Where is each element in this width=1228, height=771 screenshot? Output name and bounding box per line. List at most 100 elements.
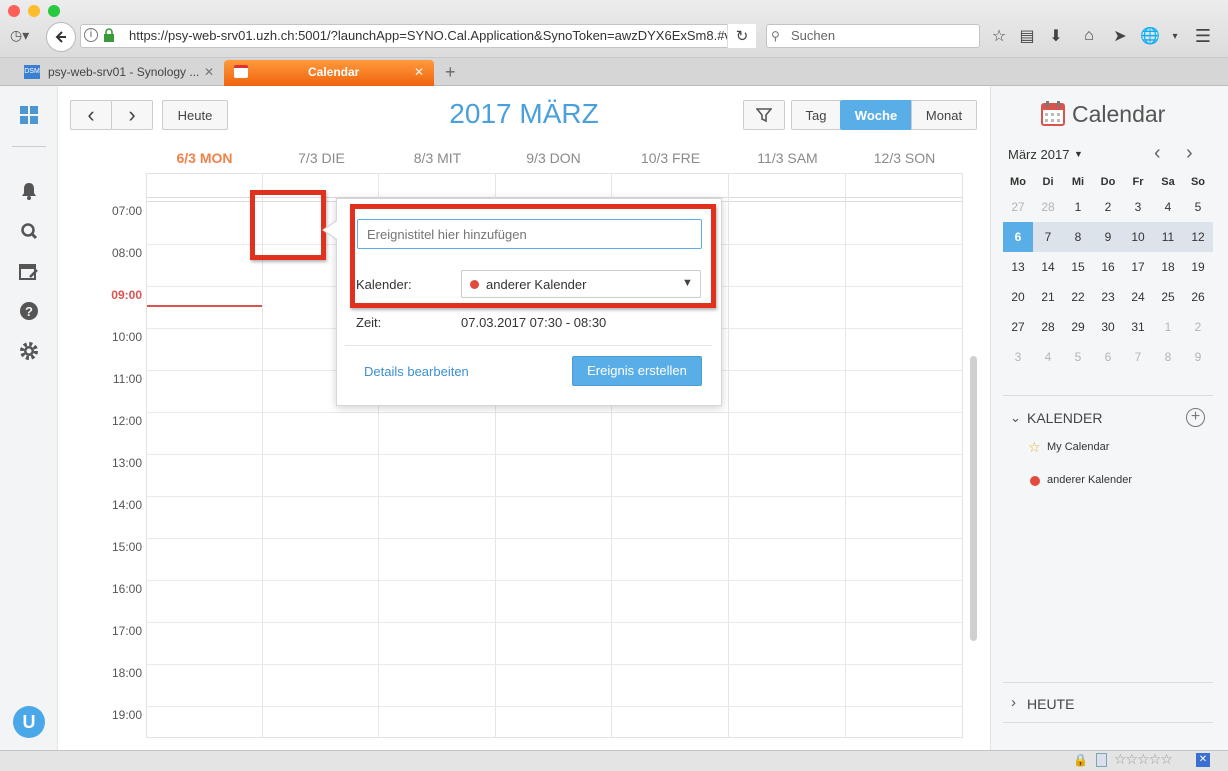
addon-status-icon[interactable]: ✕ [1196, 753, 1210, 767]
view-month-button[interactable]: Monat [911, 100, 977, 130]
mini-calendar-day[interactable]: 5 [1183, 192, 1213, 222]
calendar-edit-icon[interactable] [16, 258, 42, 284]
lock-status-icon[interactable]: 🔒 [1073, 753, 1088, 767]
mini-month-dropdown-icon[interactable]: ▼ [1074, 149, 1083, 159]
mini-calendar-day[interactable]: 3 [1123, 192, 1153, 222]
mini-calendar-day[interactable]: 15 [1063, 252, 1093, 282]
mini-prev-month-icon[interactable]: ‹ [1154, 142, 1161, 165]
mini-calendar-day[interactable]: 30 [1093, 312, 1123, 342]
today-expand-icon[interactable]: › [1011, 694, 1016, 711]
mini-calendar-day[interactable]: 7 [1033, 222, 1063, 252]
tab-close-icon[interactable]: ✕ [414, 60, 424, 84]
tab-close-icon[interactable]: ✕ [204, 60, 214, 84]
send-icon[interactable]: ➤ [1110, 26, 1130, 46]
mini-calendar-day[interactable]: 27 [1003, 312, 1033, 342]
mini-calendar-day[interactable]: 3 [1003, 342, 1033, 372]
rating-stars-icon[interactable]: ☆☆☆☆☆ [1114, 751, 1173, 768]
day-header[interactable]: 10/3 FRE [612, 150, 729, 166]
page-icon[interactable] [1096, 753, 1107, 767]
mini-calendar-day[interactable]: 8 [1153, 342, 1183, 372]
view-day-button[interactable]: Tag [791, 100, 841, 130]
calendar-list-item-my-calendar[interactable]: My Calendar [1047, 441, 1109, 453]
day-header[interactable]: 11/3 SAM [729, 150, 846, 166]
day-header[interactable]: 8/3 MIT [379, 150, 496, 166]
day-header-today[interactable]: 6/3 MON [146, 150, 263, 166]
mini-calendar-day[interactable]: 13 [1003, 252, 1033, 282]
reload-icon[interactable]: ↻ [727, 24, 756, 48]
mini-calendar-day[interactable]: 29 [1063, 312, 1093, 342]
mini-calendar-day[interactable]: 8 [1063, 222, 1093, 252]
new-tab-icon[interactable]: + [445, 62, 456, 83]
mini-calendar-day[interactable]: 6 [1003, 222, 1033, 252]
calendars-section-title[interactable]: KALENDER [1027, 410, 1102, 426]
history-icon[interactable]: ◷▾ [10, 27, 36, 45]
back-button[interactable] [46, 22, 76, 52]
user-avatar[interactable]: U [13, 706, 45, 738]
next-week-button[interactable]: › [111, 100, 153, 130]
home-icon[interactable]: ⌂ [1079, 26, 1099, 46]
mini-calendar-day[interactable]: 23 [1093, 282, 1123, 312]
help-icon[interactable]: ? [16, 298, 42, 324]
mini-calendar-day[interactable]: 20 [1003, 282, 1033, 312]
close-window-icon[interactable] [8, 5, 20, 17]
mini-calendar-day[interactable]: 4 [1033, 342, 1063, 372]
menu-icon[interactable]: ☰ [1193, 26, 1213, 46]
mini-calendar-day[interactable]: 7 [1123, 342, 1153, 372]
star-icon[interactable]: ☆ [1028, 439, 1041, 456]
mini-calendar-day[interactable]: 22 [1063, 282, 1093, 312]
mini-calendar-day[interactable]: 21 [1033, 282, 1063, 312]
bookmark-star-icon[interactable]: ☆ [989, 26, 1009, 46]
main-menu-icon[interactable] [16, 102, 42, 128]
create-event-button[interactable]: Ereignis erstellen [572, 356, 702, 386]
browser-search-input[interactable]: Suchen [766, 24, 980, 48]
grid-scrollbar[interactable] [970, 356, 977, 641]
today-section-title[interactable]: HEUTE [1027, 696, 1074, 712]
mini-calendar-day[interactable]: 19 [1183, 252, 1213, 282]
calendar-list-item-anderer[interactable]: anderer Kalender [1047, 474, 1132, 486]
add-calendar-icon[interactable]: + [1186, 408, 1205, 427]
tab-calendar[interactable]: Calendar ✕ [224, 60, 434, 86]
mini-calendar-day[interactable]: 1 [1153, 312, 1183, 342]
mini-calendar-day[interactable]: 5 [1063, 342, 1093, 372]
today-button[interactable]: Heute [162, 100, 228, 130]
mini-calendar-day[interactable]: 1 [1063, 192, 1093, 222]
minimize-window-icon[interactable] [28, 5, 40, 17]
info-icon[interactable]: i [84, 28, 98, 42]
mini-next-month-icon[interactable]: › [1186, 142, 1193, 165]
calendars-collapse-icon[interactable]: ⌄ [1010, 410, 1021, 426]
mini-calendar-day[interactable]: 2 [1183, 312, 1213, 342]
globe-addon-icon[interactable]: 🌐 [1140, 26, 1160, 46]
mini-calendar-day[interactable]: 17 [1123, 252, 1153, 282]
edit-details-link[interactable]: Details bearbeiten [364, 364, 469, 379]
lock-icon[interactable] [103, 28, 115, 42]
download-icon[interactable]: ⬇ [1046, 26, 1066, 46]
maximize-window-icon[interactable] [48, 5, 60, 17]
notification-bell-icon[interactable] [16, 178, 42, 204]
mini-calendar-day[interactable]: 27 [1003, 192, 1033, 222]
addon-dropdown-icon[interactable]: ▾ [1165, 26, 1185, 46]
selected-slot-highlight[interactable] [250, 190, 326, 260]
dot-icon[interactable] [1030, 476, 1040, 486]
day-header[interactable]: 12/3 SON [846, 150, 963, 166]
mini-calendar-day[interactable]: 6 [1093, 342, 1123, 372]
mini-calendar-day[interactable]: 14 [1033, 252, 1063, 282]
mini-calendar-day[interactable]: 4 [1153, 192, 1183, 222]
tab-dsm[interactable]: DSM psy-web-srv01 - Synology ... ✕ [18, 60, 222, 86]
day-header[interactable]: 7/3 DIE [263, 150, 380, 166]
mini-calendar-day[interactable]: 24 [1123, 282, 1153, 312]
mini-calendar-day[interactable]: 28 [1033, 312, 1063, 342]
mini-calendar-day[interactable]: 31 [1123, 312, 1153, 342]
mini-calendar-day[interactable]: 10 [1123, 222, 1153, 252]
settings-gear-icon[interactable] [16, 338, 42, 364]
view-week-button[interactable]: Woche [840, 100, 912, 130]
mini-calendar-day[interactable]: 25 [1153, 282, 1183, 312]
mini-calendar-day[interactable]: 28 [1033, 192, 1063, 222]
search-icon[interactable] [16, 218, 42, 244]
filter-button[interactable] [743, 100, 785, 130]
mini-calendar-day[interactable]: 18 [1153, 252, 1183, 282]
mini-calendar-day[interactable]: 9 [1183, 342, 1213, 372]
mini-month-title[interactable]: März 2017 [1008, 147, 1069, 162]
mini-calendar-day[interactable]: 2 [1093, 192, 1123, 222]
mini-calendar-day[interactable]: 12 [1183, 222, 1213, 252]
mini-calendar-day[interactable]: 11 [1153, 222, 1183, 252]
